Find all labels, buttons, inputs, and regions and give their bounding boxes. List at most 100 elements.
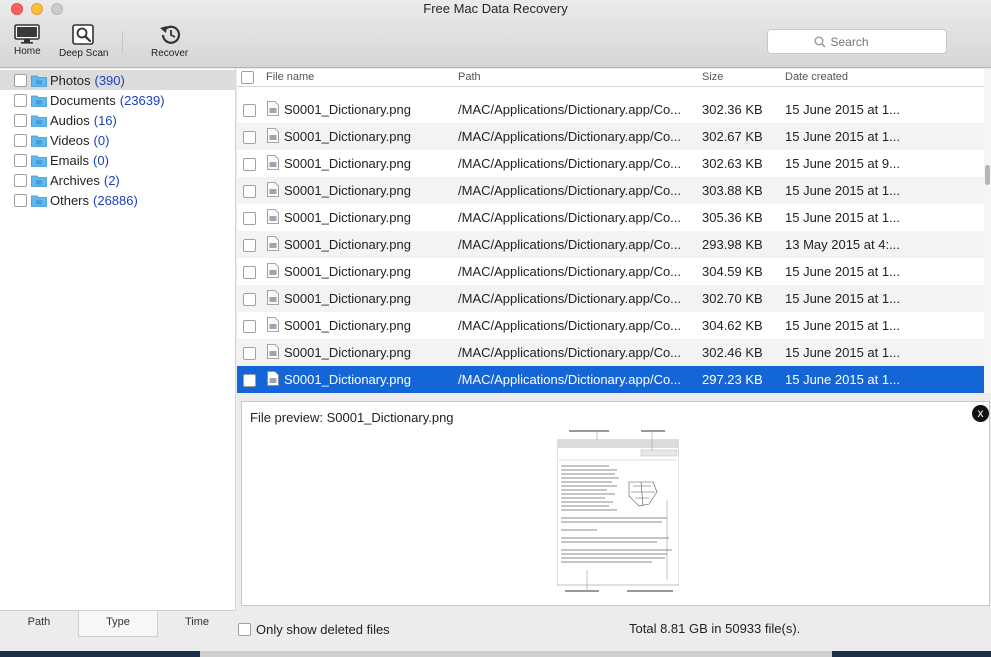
image-file-icon: [267, 290, 279, 305]
scrollbar-thumb[interactable]: [985, 165, 990, 185]
select-all-checkbox[interactable]: [241, 71, 254, 84]
tab-type[interactable]: Type: [78, 611, 158, 637]
size-cell: 305.36 KB: [702, 210, 763, 225]
row-checkbox[interactable]: [243, 158, 256, 171]
only-deleted-label: Only show deleted files: [256, 622, 390, 637]
path-cell: /MAC/Applications/Dictionary.app/Co...: [458, 291, 682, 306]
category-label: Audios: [50, 112, 90, 128]
search-field[interactable]: [767, 29, 947, 54]
date-cell: 15 June 2015 at 1...: [785, 345, 900, 360]
folder-icon: [31, 155, 47, 167]
date-cell: 15 June 2015 at 9...: [785, 156, 900, 171]
image-file-icon: [267, 209, 279, 224]
deep-scan-label: Deep Scan: [59, 48, 109, 59]
category-checkbox[interactable]: [14, 93, 27, 107]
category-checkbox[interactable]: [14, 73, 27, 87]
image-file-icon: [267, 236, 279, 251]
sidebar-item-emails[interactable]: Emails (0): [0, 150, 236, 170]
category-count: (0): [93, 152, 109, 168]
sidebar-item-videos[interactable]: Videos (0): [0, 130, 236, 150]
only-deleted-checkbox[interactable]: Only show deleted files: [238, 622, 390, 637]
row-checkbox[interactable]: [243, 293, 256, 306]
table-row[interactable]: S0001_Dictionary.png/MAC/Applications/Di…: [237, 204, 984, 231]
table-row[interactable]: S0001_Dictionary.png/MAC/Applications/Di…: [237, 312, 984, 339]
row-checkbox[interactable]: [243, 239, 256, 252]
table-row[interactable]: S0001_Dictionary.png/MAC/Applications/Di…: [237, 258, 984, 285]
table-row[interactable]: S0001_Dictionary.png/MAC/Applications/Di…: [237, 150, 984, 177]
only-deleted-checkbox-box[interactable]: [238, 623, 251, 636]
table-row[interactable]: S0001_Dictionary.png/MAC/Applications/Di…: [237, 366, 984, 393]
home-button[interactable]: Home: [14, 24, 41, 57]
image-file-icon: [267, 182, 279, 197]
table-row[interactable]: S0001_Dictionary.png/MAC/Applications/Di…: [237, 231, 984, 258]
recover-icon: [159, 25, 180, 44]
row-checkbox[interactable]: [243, 185, 256, 198]
table-row[interactable]: S0001_Dictionary.png/MAC/Applications/Di…: [237, 96, 984, 123]
search-input[interactable]: [830, 34, 901, 49]
image-file-icon: [267, 155, 279, 170]
image-file-icon: [267, 128, 279, 143]
sidebar-item-archives[interactable]: Archives (2): [0, 170, 236, 190]
path-cell: /MAC/Applications/Dictionary.app/Co...: [458, 264, 682, 279]
category-label: Videos: [50, 132, 90, 148]
recover-label: Recover: [151, 48, 189, 59]
category-checkbox[interactable]: [14, 173, 27, 187]
file-list-scrollbar[interactable]: [984, 69, 991, 393]
column-header-size[interactable]: Size: [702, 71, 723, 83]
category-checkbox[interactable]: [14, 193, 27, 207]
column-header-path[interactable]: Path: [458, 71, 481, 83]
table-row[interactable]: S0001_Dictionary.png/MAC/Applications/Di…: [237, 177, 984, 204]
category-count: (2): [103, 172, 120, 188]
category-count: (26886): [93, 192, 138, 208]
sidebar-item-audios[interactable]: Audios (16): [0, 110, 236, 130]
tab-time[interactable]: Time: [158, 611, 236, 637]
table-row[interactable]: S0001_Dictionary.png/MAC/Applications/Di…: [237, 123, 984, 150]
folder-icon: [31, 95, 47, 107]
row-checkbox[interactable]: [243, 374, 256, 387]
deep-scan-button[interactable]: Deep Scan: [59, 24, 108, 59]
column-header-file-name[interactable]: File name: [266, 71, 314, 83]
file-name-cell: S0001_Dictionary.png: [284, 129, 411, 144]
table-row[interactable]: S0001_Dictionary.png/MAC/Applications/Di…: [237, 285, 984, 312]
path-cell: /MAC/Applications/Dictionary.app/Co...: [458, 183, 682, 198]
folder-icon: [31, 115, 47, 127]
image-file-icon: [267, 344, 279, 359]
category-label: Archives: [50, 172, 100, 188]
path-cell: /MAC/Applications/Dictionary.app/Co...: [458, 156, 682, 171]
preview-title: File preview: S0001_Dictionary.png: [250, 410, 454, 425]
folder-icon: [31, 195, 47, 207]
category-sidebar: Photos (390) Documents (23639) Audios (16) Vid…: [0, 69, 236, 610]
path-cell: /MAC/Applications/Dictionary.app/Co...: [458, 129, 682, 144]
size-cell: 304.62 KB: [702, 318, 763, 333]
row-checkbox[interactable]: [243, 212, 256, 225]
file-name-cell: S0001_Dictionary.png: [284, 102, 411, 117]
recover-button[interactable]: Recover: [151, 24, 188, 59]
date-cell: 13 May 2015 at 4:...: [785, 237, 900, 252]
category-checkbox[interactable]: [14, 133, 27, 147]
sidebar-view-tabs: Path Type Time: [0, 610, 236, 637]
tab-path[interactable]: Path: [0, 611, 78, 637]
size-cell: 302.63 KB: [702, 156, 763, 171]
row-checkbox[interactable]: [243, 104, 256, 117]
category-count: (0): [93, 132, 110, 148]
monitor-icon: [14, 24, 41, 44]
sidebar-item-photos[interactable]: Photos (390): [0, 70, 236, 90]
home-label: Home: [14, 46, 41, 57]
row-checkbox[interactable]: [243, 266, 256, 279]
column-header-date-created[interactable]: Date created: [785, 71, 848, 83]
table-row[interactable]: S0001_Dictionary.png/MAC/Applications/Di…: [237, 339, 984, 366]
dock: [200, 651, 832, 657]
category-checkbox[interactable]: [14, 153, 27, 167]
row-checkbox[interactable]: [243, 347, 256, 360]
date-cell: 15 June 2015 at 1...: [785, 291, 900, 306]
sidebar-item-documents[interactable]: Documents (23639): [0, 90, 236, 110]
category-checkbox[interactable]: [14, 113, 27, 127]
app-window: Free Mac Data Recovery Home Deep Scan Re…: [0, 0, 991, 657]
desktop-background: [0, 651, 991, 657]
close-preview-button[interactable]: x: [972, 405, 989, 422]
date-cell: 15 June 2015 at 1...: [785, 210, 900, 225]
category-count: (390): [94, 72, 125, 88]
row-checkbox[interactable]: [243, 320, 256, 333]
row-checkbox[interactable]: [243, 131, 256, 144]
sidebar-item-others[interactable]: Others (26886): [0, 190, 236, 210]
